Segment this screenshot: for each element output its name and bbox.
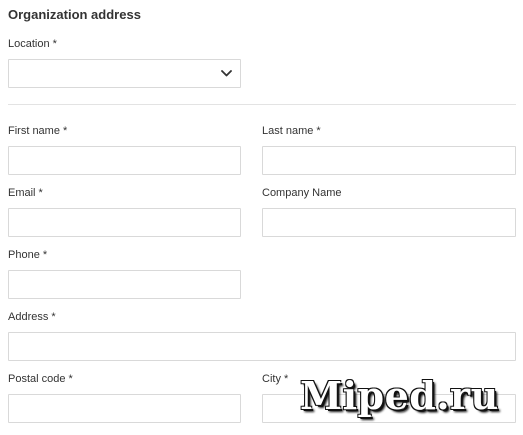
email-input[interactable]: [8, 208, 241, 237]
address-input[interactable]: [8, 332, 516, 361]
last-name-input[interactable]: [262, 146, 516, 175]
city-label: City *: [262, 373, 289, 385]
organization-address-form: Organization address Location * First na…: [0, 0, 523, 435]
watermark-logo: Miped.ru: [300, 373, 499, 418]
company-name-input[interactable]: [262, 208, 516, 237]
postal-code-label: Postal code *: [8, 373, 73, 385]
section-divider: [8, 104, 516, 105]
chevron-down-icon: [218, 66, 234, 82]
location-label: Location *: [8, 38, 57, 50]
location-select[interactable]: [8, 59, 241, 88]
section-title: Organization address: [8, 7, 141, 22]
company-name-label: Company Name: [262, 187, 342, 199]
email-label: Email *: [8, 187, 43, 199]
phone-label: Phone *: [8, 249, 48, 261]
first-name-label: First name *: [8, 125, 68, 137]
phone-input[interactable]: [8, 270, 241, 299]
first-name-input[interactable]: [8, 146, 241, 175]
address-label: Address *: [8, 311, 56, 323]
postal-code-input[interactable]: [8, 394, 241, 423]
last-name-label: Last name *: [262, 125, 321, 137]
